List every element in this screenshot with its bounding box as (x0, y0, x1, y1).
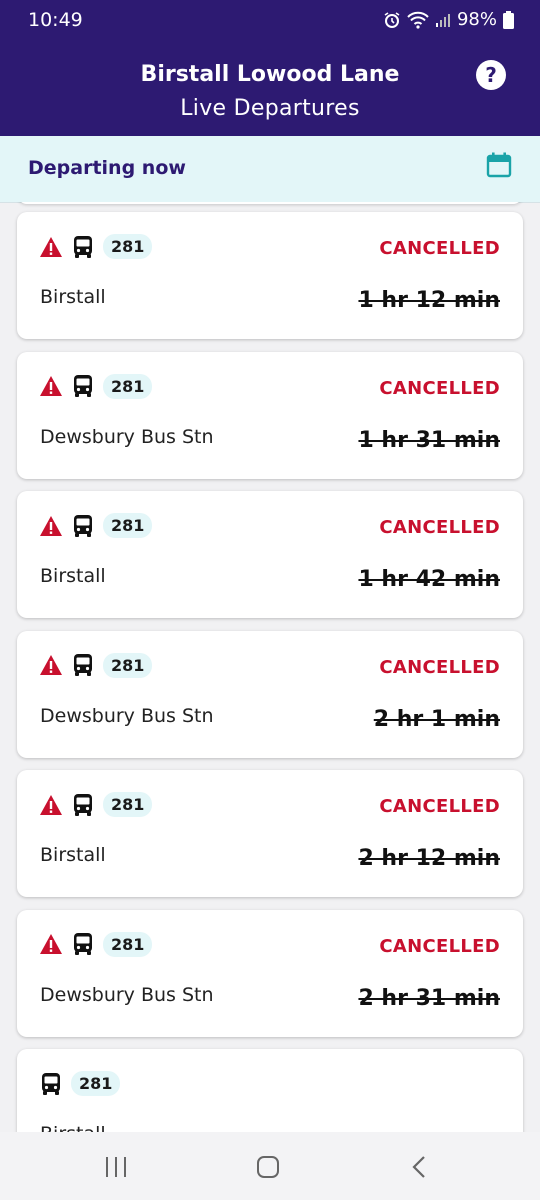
departure-destination: Birstall (40, 286, 106, 308)
help-icon[interactable]: ? (476, 60, 506, 90)
signal-icon (435, 13, 450, 27)
battery-icon (503, 10, 514, 29)
warning-icon (40, 236, 62, 257)
departure-destination: Dewsbury Bus Stn (40, 425, 214, 448)
battery-level: 98% (456, 9, 497, 30)
card-icons: 281 (39, 931, 153, 957)
departure-card[interactable]: 281 CANCELLED Dewsbury Bus Stn 2 hr 1 mi… (17, 630, 523, 758)
departure-card[interactable]: 281 CANCELLED Birstall 1 hr 12 min (17, 212, 523, 339)
bus-icon (74, 514, 92, 537)
departure-card[interactable]: 281 Birstall (17, 1049, 523, 1132)
warning-icon (40, 376, 62, 396)
departure-status: CANCELLED (379, 796, 500, 817)
header: Birstall Lowood Lane Live Departures ? (0, 40, 540, 136)
card-icons: 281 (39, 652, 153, 678)
card-icons: 281 (39, 513, 153, 538)
calendar-icon[interactable] (486, 152, 512, 178)
departure-time: 1 hr 42 min (358, 567, 500, 592)
warning-icon (40, 515, 62, 536)
status-icons: 98% (383, 9, 514, 30)
departure-card[interactable]: 281 CANCELLED Dewsbury Bus Stn 1 hr 31 m… (17, 351, 523, 479)
route-badge: 281 (103, 652, 153, 678)
departure-destination: Dewsbury Bus Stn (40, 983, 214, 1006)
departure-card[interactable]: 281 CANCELLED Dewsbury Bus Stn 2 hr 31 m… (17, 909, 523, 1037)
route-badge: 281 (103, 373, 153, 399)
departures-list[interactable]: 281 CANCELLED Birstall 1 hr 12 min 281 C… (0, 202, 540, 1132)
page-title: Birstall Lowood Lane (140, 62, 400, 87)
card-icons: 281 (39, 234, 153, 259)
route-badge: 281 (103, 513, 153, 538)
route-badge: 281 (103, 234, 153, 259)
warning-icon (40, 794, 62, 815)
home-icon[interactable] (256, 1156, 280, 1178)
departure-status: CANCELLED (379, 935, 500, 957)
departure-time: 1 hr 12 min (358, 288, 500, 313)
route-badge: 281 (71, 1071, 121, 1096)
bus-icon (74, 375, 92, 397)
departure-destination: Birstall (40, 844, 106, 866)
departure-status: CANCELLED (379, 656, 500, 678)
bus-icon (74, 793, 92, 816)
departing-now-label: Departing now (28, 157, 186, 179)
departure-time: 2 hr 12 min (358, 846, 500, 871)
departure-status: CANCELLED (379, 377, 500, 399)
previous-card-edge (17, 202, 523, 204)
back-icon[interactable] (410, 1156, 428, 1178)
card-icons: 281 (39, 373, 153, 399)
departing-now-bar: Departing now (0, 136, 540, 203)
status-bar: 10:49 98% (0, 0, 540, 40)
status-time: 10:49 (28, 9, 83, 31)
bus-icon (74, 654, 92, 676)
card-icons: 281 (39, 1071, 121, 1096)
bus-icon (42, 1072, 60, 1095)
departure-card[interactable]: 281 CANCELLED Birstall 1 hr 42 min (17, 491, 523, 618)
warning-icon (40, 655, 62, 675)
card-icons: 281 (39, 792, 153, 817)
page-subtitle: Live Departures (180, 96, 360, 121)
route-badge: 281 (103, 931, 153, 957)
wifi-icon (407, 11, 429, 29)
departure-time: 2 hr 1 min (373, 706, 500, 732)
departure-destination: Birstall (40, 1123, 106, 1132)
system-nav-bar (0, 1132, 540, 1200)
departure-card[interactable]: 281 CANCELLED Birstall 2 hr 12 min (17, 770, 523, 897)
alarm-icon (384, 11, 400, 28)
departure-destination: Birstall (40, 565, 106, 587)
departure-status: CANCELLED (379, 517, 500, 538)
bus-icon (74, 933, 92, 955)
departure-destination: Dewsbury Bus Stn (40, 704, 214, 727)
departure-status: CANCELLED (379, 238, 500, 259)
warning-icon (40, 934, 62, 954)
departure-time: 2 hr 31 min (358, 985, 500, 1011)
departure-time: 1 hr 31 min (358, 427, 500, 453)
recents-icon[interactable] (104, 1156, 128, 1178)
route-badge: 281 (103, 792, 153, 817)
bus-icon (74, 235, 92, 258)
